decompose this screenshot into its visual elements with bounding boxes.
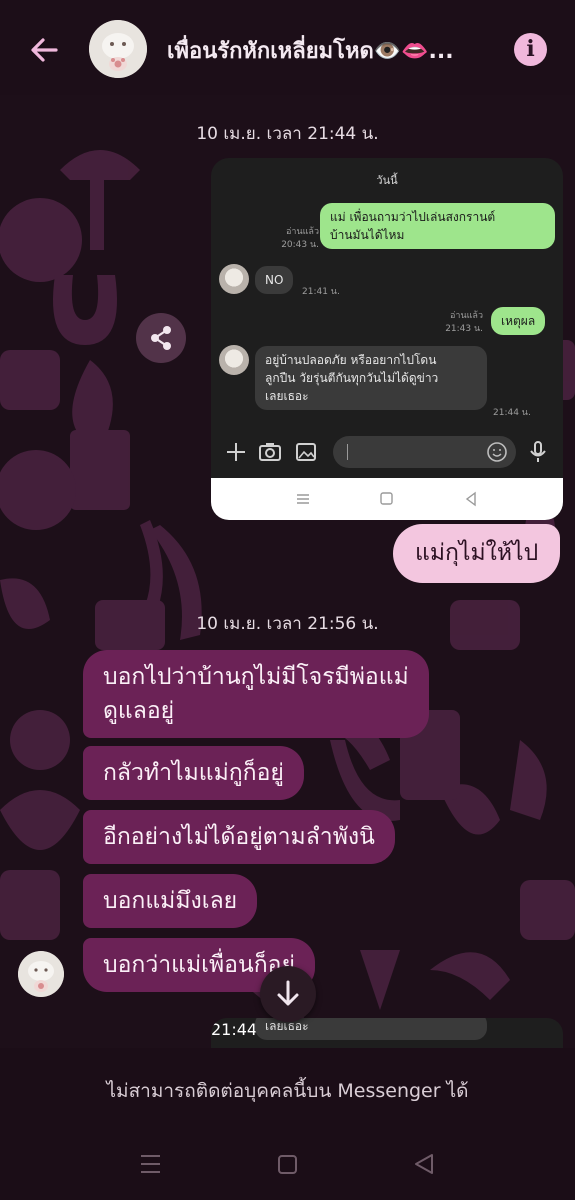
screenshot-avatar — [219, 264, 249, 294]
screenshot-message-bubble: แม่ เพื่อนถามว่าไปเล่นสงกรานต์ บ้านมันได… — [320, 203, 555, 249]
arrow-left-icon — [31, 38, 58, 62]
info-button[interactable]: i — [514, 33, 547, 66]
screenshot-input-bar — [211, 426, 563, 478]
image-icon — [296, 443, 316, 461]
scroll-to-bottom-button[interactable] — [260, 966, 316, 1022]
chat-title[interactable]: เพื่อนรักหักเหลี่ยมโหด👁️👄... — [167, 33, 497, 68]
screenshot-date-label: วันนี้ — [376, 174, 398, 187]
contact-avatar[interactable] — [89, 20, 147, 78]
screenshot-message-bubble: เหตุผล — [491, 307, 546, 335]
message-timestamp: 10 เม.ย. เวลา 21:56 น. — [196, 614, 379, 634]
screenshot-avatar — [219, 345, 249, 375]
screenshot-read-receipt: อ่านแล้ว 21:43 น. — [445, 311, 483, 334]
back-nav-icon[interactable] — [415, 1154, 433, 1174]
system-navigation-bar — [0, 1140, 575, 1190]
recents-icon[interactable] — [141, 1155, 160, 1173]
screenshot-nav-bar — [211, 478, 563, 520]
outgoing-message[interactable]: แม่กุไม่ให้ไป — [393, 524, 561, 583]
arrow-down-icon — [277, 980, 299, 1006]
shared-screenshot-image[interactable]: วันนี้ อ่านแล้ว 20:43 น. แม่ เพื่อนถามว่… — [211, 158, 563, 520]
screenshot-message-time: 21:44 น. — [493, 408, 531, 418]
unavailable-notice: ไม่สามารถติดต่อบุคคลนี้บน Messenger ได้ — [106, 1080, 469, 1102]
screenshot-message-time: 21:41 น. — [302, 287, 340, 297]
share-icon — [151, 326, 171, 350]
cat-avatar-image — [18, 951, 64, 997]
screenshot-read-receipt: อ่านแล้ว 20:43 น. — [281, 227, 319, 250]
share-button[interactable] — [136, 313, 186, 363]
camera-icon — [259, 443, 281, 461]
microphone-icon — [530, 441, 546, 462]
screenshot-message-bubble: อยู่บ้านปลอดภัย หรืออยากไปโดน ลูกปืน วัย… — [255, 346, 487, 410]
info-icon: i — [526, 36, 535, 62]
incoming-message[interactable]: บอกไปว่าบ้านกูไม่มีโจรมีพ่อแม่ ดูแลอยู่ — [83, 650, 429, 738]
incoming-message[interactable]: บอกแม่มึงเลย — [83, 874, 258, 928]
plus-icon — [227, 443, 245, 461]
sender-avatar[interactable] — [18, 951, 64, 997]
home-icon[interactable] — [278, 1155, 297, 1174]
chat-header: เพื่อนรักหักเหลี่ยมโหด👁️👄... i — [0, 0, 575, 95]
incoming-message[interactable]: กลัวทำไมแม่กูก็อยู่ — [83, 746, 304, 800]
incoming-message[interactable]: อีกอย่างไม่ได้อยู่ตามลำพังนิ — [83, 810, 395, 864]
emoji-icon — [487, 442, 507, 462]
back-button[interactable] — [24, 30, 64, 70]
cat-avatar-image — [89, 20, 147, 78]
screenshot-message-bubble: NO — [255, 266, 294, 294]
message-timestamp: 10 เม.ย. เวลา 21:44 น. — [196, 124, 379, 144]
